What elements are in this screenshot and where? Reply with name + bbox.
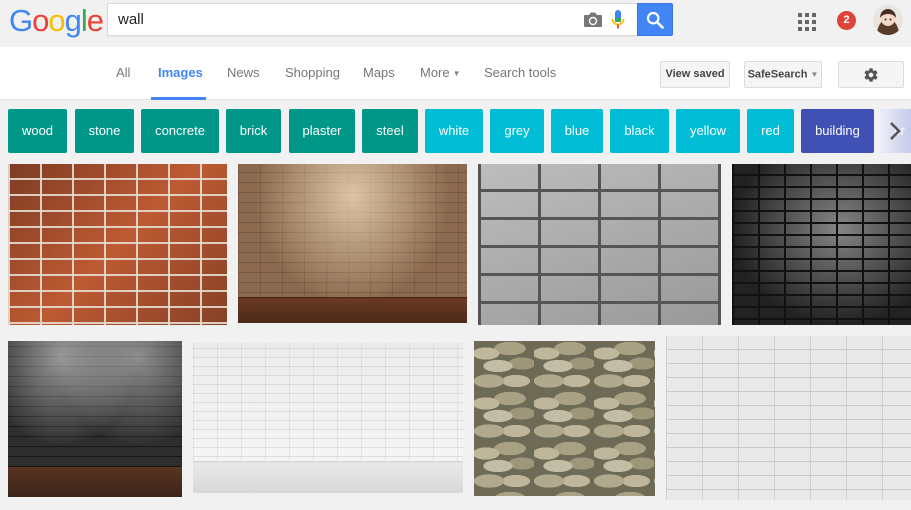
image-result-dark-brick-room[interactable] (8, 341, 182, 497)
chip-concrete[interactable]: concrete (141, 109, 219, 153)
tab-all[interactable]: All (116, 65, 130, 80)
chips-next-button[interactable]: cr (880, 109, 911, 153)
chip-grey[interactable]: grey (490, 109, 544, 153)
tab-shopping[interactable]: Shopping (285, 65, 340, 80)
apps-grid-icon[interactable] (798, 13, 816, 31)
search-icon (646, 11, 664, 29)
search-button[interactable] (637, 3, 673, 36)
gear-icon (864, 68, 878, 82)
chip-steel[interactable]: steel (362, 109, 418, 153)
camera-icon[interactable] (582, 10, 604, 30)
image-result-dark-brick[interactable] (732, 164, 911, 325)
logo-letter: o (32, 3, 49, 38)
chip-yellow[interactable]: yellow (676, 109, 740, 153)
search-box (107, 3, 637, 36)
avatar[interactable] (873, 5, 903, 35)
tab-more-label: More (420, 65, 450, 80)
search-input[interactable] (108, 4, 578, 35)
image-result-concrete-blocks[interactable] (478, 164, 721, 325)
chip-red[interactable]: red (747, 109, 794, 153)
tab-news[interactable]: News (227, 65, 260, 80)
view-saved-button[interactable]: View saved (660, 61, 730, 88)
chip-brick[interactable]: brick (226, 109, 281, 153)
safesearch-button[interactable]: SafeSearch ▼ (744, 61, 822, 88)
logo-letter: G (9, 3, 33, 38)
logo-letter: o (48, 3, 65, 38)
microphone-icon[interactable] (610, 9, 626, 31)
search-nav: All Images News Shopping Maps More ▼ Sear… (0, 47, 911, 100)
image-result-stone-wall[interactable] (474, 341, 655, 496)
settings-button[interactable] (838, 61, 904, 88)
caret-down-icon: ▼ (452, 69, 461, 79)
chip-stone[interactable]: stone (75, 109, 134, 153)
caret-down-icon: ▼ (810, 70, 819, 79)
chip-white[interactable]: white (425, 109, 483, 153)
image-result-white-brick-room[interactable] (193, 343, 463, 493)
image-result-brick-room[interactable] (238, 164, 467, 323)
logo-letter: g (64, 3, 82, 38)
tab-maps[interactable]: Maps (363, 65, 395, 80)
image-result-white-brick[interactable] (666, 336, 911, 500)
image-result-red-brick[interactable] (8, 164, 227, 325)
user-avatar-icon (873, 5, 903, 35)
chip-building[interactable]: building (801, 109, 874, 153)
chip-blue[interactable]: blue (551, 109, 603, 153)
notification-badge[interactable]: 2 (837, 11, 856, 30)
tab-more[interactable]: More ▼ (420, 65, 461, 80)
chevron-right-icon (890, 122, 901, 140)
chip-wood[interactable]: wood (8, 109, 67, 153)
logo-letter: e (86, 3, 104, 38)
chip-black[interactable]: black (610, 109, 669, 153)
tab-search-tools[interactable]: Search tools (484, 65, 556, 80)
google-logo[interactable]: Google (9, 3, 104, 38)
header: Google 2 (0, 0, 911, 47)
related-searches-bar: wood stone concrete brick plaster steel … (0, 100, 911, 162)
tab-images[interactable]: Images (158, 65, 203, 80)
safesearch-label: SafeSearch (747, 68, 808, 81)
chip-plaster[interactable]: plaster (289, 109, 355, 153)
